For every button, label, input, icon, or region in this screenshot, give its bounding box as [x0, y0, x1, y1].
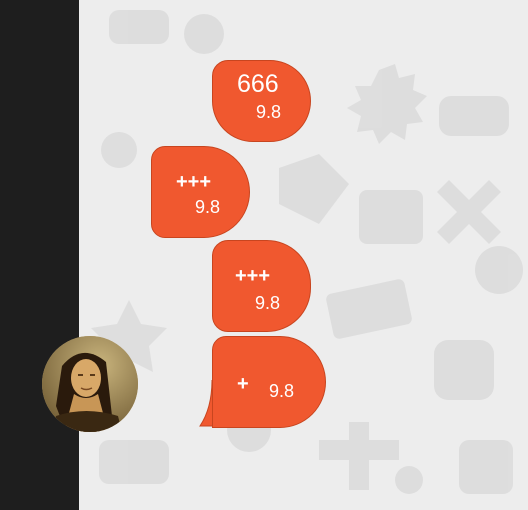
- message-text: 666: [237, 70, 279, 98]
- message-time: 9.8: [195, 197, 221, 217]
- message-bubble[interactable]: 666 9.8: [212, 60, 311, 142]
- message-bubble[interactable]: + 9.8: [212, 336, 326, 428]
- avatar[interactable]: [42, 336, 138, 432]
- message-time: 9.8: [269, 381, 295, 401]
- message-time: 9.8: [256, 102, 282, 122]
- message-text: +: [237, 373, 249, 395]
- message-text: +++: [235, 265, 271, 287]
- mona-lisa-portrait-icon: [42, 336, 138, 432]
- message-time: 9.8: [255, 293, 281, 313]
- message-text: +++: [176, 171, 212, 193]
- left-sidebar-rail: [0, 0, 79, 510]
- message-bubble[interactable]: +++ 9.8: [151, 146, 250, 238]
- message-bubble[interactable]: +++ 9.8: [212, 240, 311, 332]
